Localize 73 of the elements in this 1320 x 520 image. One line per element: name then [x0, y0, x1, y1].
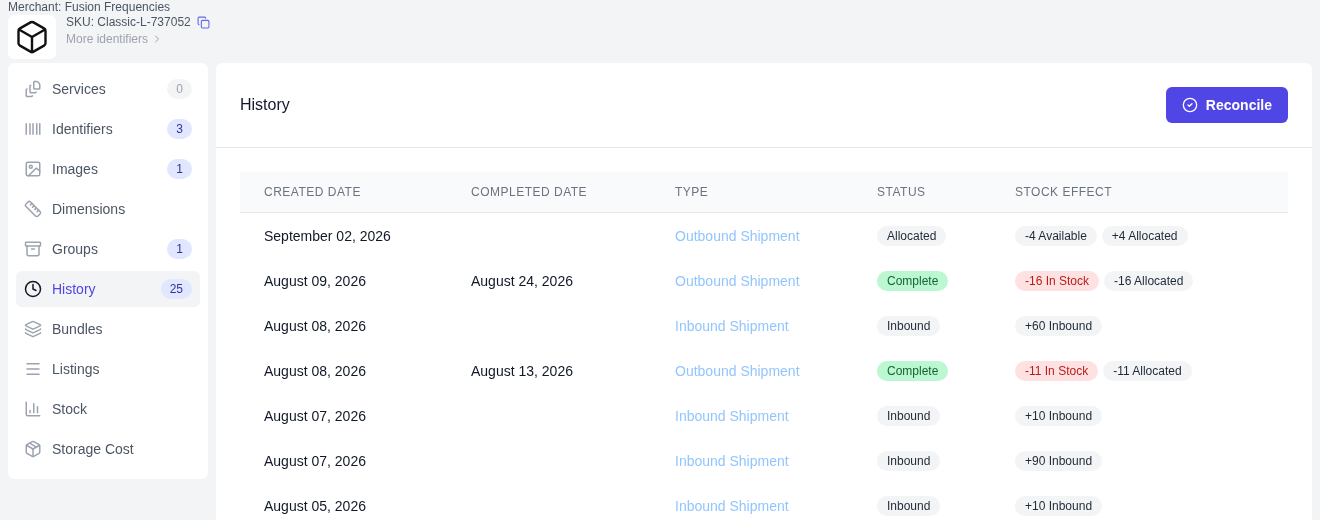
- created-date: August 07, 2026: [264, 407, 366, 424]
- lines-icon: [24, 360, 42, 378]
- layers-icon: [24, 320, 42, 338]
- count-badge: 1: [167, 159, 192, 179]
- status-badge: Allocated: [877, 225, 947, 246]
- sidebar-item[interactable]: History 25: [16, 271, 200, 307]
- column-header: TYPE: [675, 185, 709, 199]
- count-badge: 25: [160, 279, 192, 299]
- column-header: COMPLETED DATE: [471, 185, 588, 199]
- created-date: August 05, 2026: [264, 497, 366, 514]
- stock-effect-badge: -4 Available: [1015, 225, 1097, 246]
- sidebar-item[interactable]: Services 0: [16, 71, 200, 107]
- sidebar-item[interactable]: Dimensions: [16, 191, 200, 227]
- sidebar-item[interactable]: Images 1: [16, 151, 200, 187]
- status-badge: Inbound: [877, 495, 941, 516]
- box-icon: [8, 15, 56, 59]
- count-badge: 0: [167, 79, 192, 99]
- count-badge: 1: [167, 239, 192, 259]
- stock-effect-badge: +10 Inbound: [1015, 495, 1103, 516]
- sidebar-label: Groups: [52, 241, 99, 257]
- clock-icon: [24, 280, 42, 298]
- sidebar-label: Identifiers: [52, 121, 114, 137]
- status-badge: Inbound: [877, 450, 941, 471]
- sidebar-label: Images: [52, 161, 99, 177]
- documents-icon: [24, 80, 42, 98]
- created-date: August 09, 2026: [264, 272, 366, 289]
- stock-effect-badge: -11 In Stock: [1015, 360, 1099, 381]
- sidebar-label: Listings: [52, 361, 101, 377]
- completed-date: August 13, 2026: [471, 362, 573, 379]
- sidebar-item[interactable]: Listings: [16, 351, 200, 387]
- image-icon: [24, 160, 42, 178]
- merchant-name: Merchant: Fusion Frequencies: [8, 1, 172, 13]
- stock-effect-badge: -16 In Stock: [1015, 270, 1100, 291]
- sidebar-label: Stock: [52, 401, 88, 417]
- stock-effect-badge: +90 Inbound: [1015, 450, 1103, 471]
- column-header: CREATED DATE: [264, 185, 361, 199]
- stock-effect-badge: +4 Allocated: [1101, 225, 1188, 246]
- created-date: August 07, 2026: [264, 452, 366, 469]
- stock-effect-badge: -16 Allocated: [1104, 270, 1194, 291]
- sidebar-label: Dimensions: [52, 201, 127, 217]
- completed-date: August 24, 2026: [471, 272, 573, 289]
- sidebar-item[interactable]: Identifiers 3: [16, 111, 200, 147]
- sidebar-item[interactable]: Stock: [16, 391, 200, 427]
- archive-box-icon: [24, 240, 42, 258]
- created-date: August 08, 2026: [264, 362, 366, 379]
- created-date: September 02, 2026: [264, 227, 391, 244]
- status-badge: Inbound: [877, 405, 941, 426]
- check-circle-icon: [1181, 97, 1198, 113]
- stock-effect-badge: +60 Inbound: [1015, 315, 1103, 336]
- column-header: STATUS: [877, 185, 926, 199]
- created-date: August 08, 2026: [264, 317, 366, 334]
- stock-effect-badge: -11 Allocated: [1103, 360, 1192, 381]
- reconcile-button[interactable]: Reconcile: [1165, 87, 1288, 123]
- sidebar-label: Bundles: [52, 321, 104, 337]
- copy-icon[interactable]: [196, 15, 210, 29]
- barcode-icon: [24, 120, 42, 138]
- panel-title: History: [240, 96, 290, 114]
- sidebar-label: History: [52, 281, 97, 297]
- stock-effect-badge: +10 Inbound: [1015, 405, 1103, 426]
- status-badge: Inbound: [877, 315, 941, 336]
- column-header: STOCK EFFECT: [1015, 185, 1113, 199]
- bar-chart-icon: [24, 400, 42, 418]
- sidebar-item[interactable]: Groups 1: [16, 231, 200, 267]
- sidebar-item[interactable]: Storage Cost: [16, 431, 200, 467]
- sidebar-label: Services: [52, 81, 107, 97]
- sidebar-item[interactable]: Bundles: [16, 311, 200, 347]
- ruler-icon: [24, 200, 42, 218]
- status-badge: Complete: [877, 270, 949, 291]
- cube-icon: [24, 440, 42, 458]
- status-badge: Complete: [877, 360, 949, 381]
- sidebar-label: Storage Cost: [52, 441, 135, 457]
- count-badge: 3: [167, 119, 192, 139]
- sku-text: SKU: Classic-L-737052: [66, 15, 191, 29]
